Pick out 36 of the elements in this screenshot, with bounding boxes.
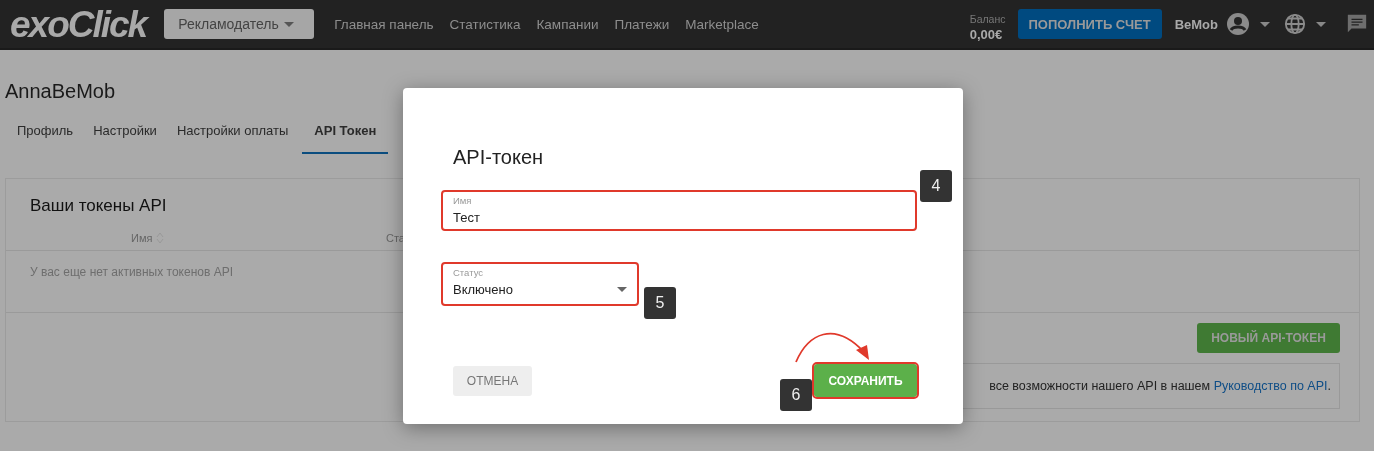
tab[interactable]: Профиль [11, 118, 80, 154]
caret-icon[interactable] [1316, 21, 1326, 27]
step-number-badge: 5 [644, 287, 676, 319]
balance-label: Баланс [969, 12, 1006, 25]
chat-icon[interactable] [1346, 13, 1368, 35]
top-up-button[interactable]: ПОПОЛНИТЬ СЧЕТ [1017, 9, 1162, 39]
step-number-badge: 6 [780, 379, 812, 411]
empty-message: У вас еще нет активных токенов API [30, 265, 234, 279]
info-text: все возможности нашего API в нашем Руководство по API. [989, 379, 1331, 393]
name-field[interactable]: Имя Тест [441, 190, 917, 231]
card-title: Ваши токены API [30, 196, 167, 217]
nav-link[interactable]: Кампании [536, 16, 599, 32]
tab[interactable]: Настройки оплаты [170, 118, 295, 154]
column-header[interactable]: Имя [131, 232, 153, 244]
user-name[interactable]: BeMob [1174, 16, 1218, 32]
role-dropdown[interactable]: Рекламодатель [164, 9, 315, 39]
logo[interactable]: exoClick [10, 5, 147, 43]
dialog-title: API-токен [453, 146, 545, 170]
status-dropdown[interactable]: Статус Включено [441, 262, 639, 306]
nav-link[interactable]: Статистика [449, 16, 521, 32]
save-button[interactable]: СОХРАНИТЬ [814, 364, 917, 397]
caret-icon [284, 21, 295, 27]
user-avatar-icon[interactable] [1226, 12, 1250, 36]
nav-link[interactable]: Платежи [614, 16, 670, 32]
nav-link[interactable]: Главная панель [334, 16, 434, 32]
tab[interactable]: Настройки [87, 118, 163, 154]
cancel-button[interactable]: ОТМЕНА [453, 366, 532, 396]
guide-link[interactable]: Руководство по API [1213, 379, 1328, 393]
caret-icon[interactable] [617, 287, 627, 292]
tab[interactable]: API Токен [302, 118, 389, 154]
nav-link[interactable]: Marketplace [685, 16, 759, 32]
page-title: AnnaBeMob [5, 80, 117, 104]
caret-icon[interactable] [1260, 21, 1270, 27]
balance-value: 0,00€ [969, 26, 1004, 42]
step-number-badge: 4 [920, 170, 952, 202]
globe-icon[interactable] [1284, 13, 1306, 35]
